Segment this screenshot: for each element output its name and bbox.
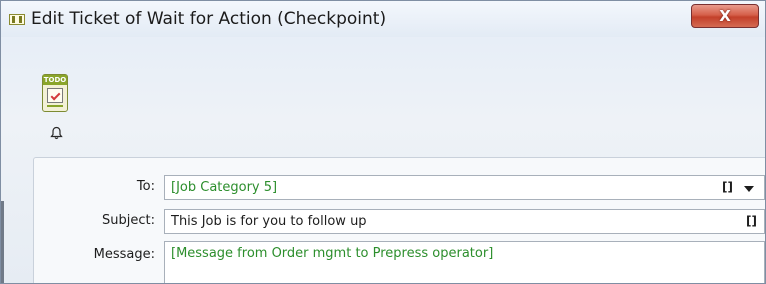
message-value: [Message from Order mgmt to Prepress ope…: [171, 246, 494, 261]
subject-field[interactable]: This Job is for you to follow up: [164, 209, 765, 234]
todo-underline: [47, 105, 63, 107]
todo-icon-label: TODO: [43, 75, 67, 85]
title-bar[interactable]: Edit Ticket of Wait for Action (Checkpoi…: [1, 1, 765, 37]
subject-variable-button[interactable]: []: [746, 214, 757, 228]
subject-label: Subject:: [102, 213, 155, 228]
bell-icon[interactable]: [50, 126, 63, 140]
window-title: Edit Ticket of Wait for Action (Checkpoi…: [31, 9, 387, 29]
chevron-down-icon[interactable]: [744, 186, 754, 192]
subject-value: This Job is for you to follow up: [171, 214, 367, 229]
edit-ticket-dialog: Edit Ticket of Wait for Action (Checkpoi…: [0, 0, 766, 284]
checkmark-icon: [50, 90, 61, 101]
to-label: To:: [136, 179, 155, 194]
to-variable-button[interactable]: []: [722, 180, 733, 194]
window-left-edge: [1, 201, 4, 283]
to-field[interactable]: [Job Category 5]: [164, 175, 765, 200]
window-app-icon: [9, 14, 25, 25]
to-value: [Job Category 5]: [171, 180, 278, 195]
checkbox-icon: [47, 88, 63, 103]
message-field[interactable]: [Message from Order mgmt to Prepress ope…: [164, 241, 765, 283]
close-button[interactable]: X: [691, 4, 759, 28]
todo-checklist-icon[interactable]: TODO: [42, 74, 68, 112]
message-label: Message:: [93, 247, 155, 262]
